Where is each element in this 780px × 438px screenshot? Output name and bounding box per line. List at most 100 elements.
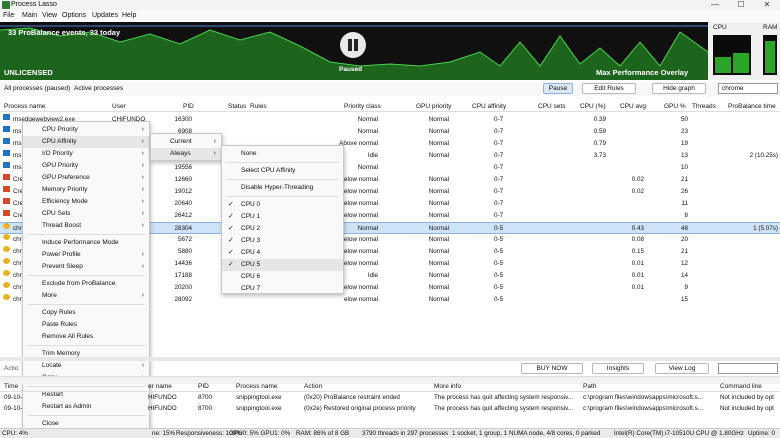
always-none[interactable]: None (222, 148, 343, 160)
menu-memory-priority[interactable]: Memory Priority › (23, 184, 149, 196)
menu-prevent-sleep[interactable]: Prevent Sleep › (23, 261, 149, 273)
menu-main[interactable]: Main (22, 11, 37, 20)
tab-active-processes[interactable]: Active processes (74, 85, 123, 92)
menu-options[interactable]: Options (62, 11, 86, 20)
search-input[interactable]: chrome (718, 83, 778, 94)
log-col-user[interactable]: er name (148, 383, 172, 390)
status-cpu-model: Intel(R) Core(TM) i7-10510U CPU @ 1.80GH… (614, 430, 744, 437)
col-cpu-affinity[interactable]: CPU affinity (472, 103, 506, 110)
col-threads[interactable]: Threads (692, 103, 716, 110)
log-col-path[interactable]: Path (583, 383, 596, 390)
menu-cpu-sets[interactable]: CPU Sets › (23, 208, 149, 220)
process-threads: 26 (680, 188, 688, 195)
col-status[interactable]: Status (228, 103, 246, 110)
insights-button[interactable]: Insights (592, 363, 644, 374)
process-pid: 5880 (177, 248, 192, 255)
buy-now-button[interactable]: BUY NOW (521, 363, 583, 374)
menu-power-profile[interactable]: Power Profile › (23, 249, 149, 261)
cre-process-icon (3, 198, 10, 204)
log-table-body: 09-10- HIFUNDO 8700 snippingtool.exe (0x20) … (0, 392, 780, 414)
menu-updates[interactable]: Updates (92, 11, 118, 20)
process-gpu-priority: Normal (428, 272, 449, 279)
menu-exclude-from-probalance[interactable]: Exclude from ProBalance (23, 278, 149, 290)
menu-cpu-affinity[interactable]: CPU Affinity › (23, 136, 149, 148)
log-col-action[interactable]: Action (304, 383, 322, 390)
menu-more[interactable]: More › (23, 290, 149, 302)
log-row[interactable]: 09-10- HIFUNDO 8700 snippingtool.exe (0x2e) … (0, 403, 780, 414)
affinity-current[interactable]: Current › (151, 136, 221, 148)
process-name: ms (13, 140, 22, 147)
menu-cpu-priority[interactable]: CPU Priority › (23, 124, 149, 136)
col-probalance-time[interactable]: ProBalance time (728, 103, 776, 110)
always-cpu-4[interactable]: ✓ CPU 4 (222, 247, 343, 259)
log-col-process[interactable]: Process name (236, 383, 278, 390)
log-col-cmd[interactable]: Command line (720, 383, 762, 390)
menu-item-label: CPU Sets (42, 210, 71, 217)
always-cpu-0[interactable]: ✓ CPU 0 (222, 199, 343, 211)
always-cpu-1[interactable]: ✓ CPU 1 (222, 211, 343, 223)
col-cpu-avg[interactable]: CPU avg (620, 103, 646, 110)
process-pid: 20200 (174, 284, 192, 291)
menu-gpu-preference[interactable]: GPU Preference › (23, 172, 149, 184)
minimize-button[interactable]: — (702, 0, 728, 10)
log-col-time[interactable]: Time (4, 383, 18, 390)
always-cpu-7[interactable]: CPU 7 (222, 283, 343, 295)
menu-view[interactable]: View (42, 11, 57, 20)
menu-copy-rules[interactable]: Copy Rules (23, 307, 149, 319)
menu-separator (27, 234, 145, 235)
process-cpu-avg: 0.02 (631, 176, 644, 183)
affinity-always[interactable]: Always › (151, 148, 221, 160)
menu-gpu-priority[interactable]: GPU Priority › (23, 160, 149, 172)
always-cpu-5[interactable]: ✓ CPU 5 (222, 259, 343, 271)
menu-paste-rules[interactable]: Paste Rules (23, 319, 149, 331)
col-priority-class[interactable]: Priority class (344, 103, 381, 110)
process-pid: 26412 (174, 212, 192, 219)
chevron-right-icon: › (141, 198, 144, 205)
maximize-button[interactable]: ☐ (728, 0, 754, 10)
log-search-input[interactable] (718, 363, 778, 374)
paused-label: Paused (339, 66, 363, 73)
menu-thread-boost[interactable]: Thread Boost › (23, 220, 149, 232)
chrome-process-icon (3, 258, 10, 264)
menu-item-label: Power Profile (42, 251, 81, 258)
log-col-info[interactable]: More info (434, 383, 461, 390)
log-user: HIFUNDO (148, 405, 177, 412)
always-cpu-3[interactable]: ✓ CPU 3 (222, 235, 343, 247)
col-cpu-sets[interactable]: CPU sets (538, 103, 565, 110)
col-user[interactable]: User (112, 103, 126, 110)
menu-efficiency-mode[interactable]: Efficiency Mode › (23, 196, 149, 208)
menu-file[interactable]: File (3, 11, 14, 20)
process-cpu-avg: 0.08 (631, 236, 644, 243)
col-gpu-priority[interactable]: GPU priority (416, 103, 451, 110)
col-process-name[interactable]: Process name (4, 103, 46, 110)
always-cpu-6[interactable]: CPU 6 (222, 271, 343, 283)
menu-remove-all-rules[interactable]: Remove All Rules (23, 331, 149, 343)
col-cpu-percent[interactable]: CPU (%) (580, 103, 606, 110)
log-cmd: Not included by opt (720, 394, 774, 401)
tab-all-processes[interactable]: All processes (paused) (4, 85, 70, 92)
pause-graph-button[interactable] (340, 32, 366, 58)
menu-induce-performance-mode[interactable]: Induce Performance Mode (23, 237, 149, 249)
menu-item-label: CPU 2 (241, 225, 261, 232)
process-priority: elow normal (344, 296, 378, 303)
col-pid[interactable]: PID (183, 103, 194, 110)
col-rules[interactable]: Rules (250, 103, 267, 110)
log-row[interactable]: 09-10- HIFUNDO 8700 snippingtool.exe (0x20) … (0, 392, 780, 403)
menu-separator (226, 162, 339, 163)
log-col-pid[interactable]: PID (198, 383, 209, 390)
menu-help[interactable]: Help (122, 11, 136, 20)
menu-i-o-priority[interactable]: I/O Priority › (23, 148, 149, 160)
log-info: The process has quit affecting system re… (434, 405, 574, 412)
view-log-button[interactable]: View Log (655, 363, 709, 374)
hide-graph-button[interactable]: Hide graph (652, 83, 706, 94)
col-gpu-percent[interactable]: GPU % (664, 103, 686, 110)
chevron-right-icon: › (141, 186, 144, 193)
edit-rules-button[interactable]: Edit Rules (582, 83, 636, 94)
close-window-button[interactable]: ✕ (754, 0, 780, 10)
pause-button[interactable]: Pause (543, 83, 573, 94)
process-affinity: 0-7 (494, 176, 504, 183)
always-cpu-2[interactable]: ✓ CPU 2 (222, 223, 343, 235)
overlay-label: Max Performance Overlay (596, 68, 689, 77)
always-select-cpu-affinity[interactable]: Select CPU Affinity (222, 165, 343, 177)
always-disable-hyper-threading[interactable]: Disable Hyper-Threading (222, 182, 343, 194)
